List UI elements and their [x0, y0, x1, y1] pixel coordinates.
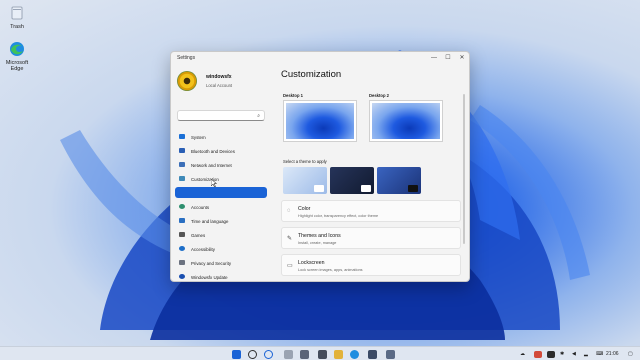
keyboard-icon[interactable]: ⌨ — [596, 350, 603, 358]
trash-icon — [8, 4, 26, 22]
system-icon — [179, 134, 185, 139]
sidebar-item-label: Accessibility — [191, 246, 215, 252]
notification-icon[interactable]: ▢ — [628, 350, 633, 358]
games-icon — [179, 232, 185, 237]
theme-chip — [408, 185, 418, 192]
sidebar-item-time-language[interactable]: Time and language — [175, 215, 267, 226]
edge-icon[interactable] — [350, 350, 359, 359]
sidebar-item-label: Privacy and Security — [191, 260, 232, 266]
card-title: Lockscreen — [298, 260, 325, 266]
network-icon[interactable]: ▂ — [584, 350, 588, 358]
cloud-icon[interactable]: ☁ — [520, 350, 525, 358]
desktop-2-thumbnail[interactable] — [369, 100, 443, 142]
account-name: windowsfx — [206, 74, 232, 80]
card-subtitle: Lock screen images, apps, animations — [298, 268, 363, 272]
edge-icon — [8, 40, 26, 58]
account-type: Local Account — [206, 83, 233, 88]
card-subtitle: Highlight color, transparency effect, co… — [298, 214, 379, 218]
desktop-icon-trash[interactable]: Trash — [0, 4, 34, 30]
sidebar-item-label: Accounts — [191, 204, 210, 210]
page-title: Customization — [281, 69, 342, 80]
theme-dark[interactable] — [330, 167, 374, 194]
themes-icons-card[interactable]: ✎ Themes and Icons Install, create, mana… — [281, 227, 461, 249]
sidebar-item-label: Bluetooth and Devices — [191, 148, 235, 154]
minimize-button[interactable]: — — [429, 54, 439, 62]
sidebar-item-network[interactable]: Network and Internet — [175, 159, 267, 170]
volume-icon[interactable]: ◀ — [572, 350, 576, 358]
sidebar-item-games[interactable]: Games — [175, 229, 267, 240]
sidebar-item-privacy[interactable]: Privacy and Security — [175, 257, 267, 268]
lockscreen-card[interactable]: ▭ Lockscreen Lock screen images, apps, a… — [281, 254, 461, 276]
palette-icon: ◌ — [287, 208, 291, 214]
sidebar: windowsfx Local Account ⌕ System Bluetoo… — [171, 64, 271, 281]
search-icon: ⌕ — [257, 113, 260, 119]
store-icon[interactable] — [368, 350, 377, 359]
theme-light[interactable] — [283, 167, 327, 194]
sidebar-item-label: Time and language — [191, 218, 229, 224]
theme-glow[interactable] — [377, 167, 421, 194]
widgets-icon[interactable] — [300, 350, 309, 359]
shield-icon — [179, 260, 185, 265]
card-subtitle: Install, create, manage — [298, 241, 337, 245]
search-icon[interactable] — [248, 350, 257, 359]
tray-app-icon[interactable] — [547, 351, 555, 358]
card-title: Color — [298, 206, 311, 212]
title-bar[interactable]: Settings — ☐ ✕ — [171, 52, 469, 64]
folder-icon[interactable] — [334, 350, 343, 359]
desktop-2-label: Desktop 2 — [369, 93, 390, 98]
bluetooth-icon — [179, 148, 185, 153]
sidebar-item-label: Windowsfx Update — [191, 274, 228, 280]
bluetooth-icon[interactable]: ✱ — [560, 350, 564, 358]
window-title: Settings — [177, 55, 196, 61]
color-card[interactable]: ◌ Color Highlight color, transparency ef… — [281, 200, 461, 222]
settings-window: Settings — ☐ ✕ windowsfx Local Account ⌕… — [170, 51, 470, 282]
taskbar: ☁ ✱ ◀ ▂ ⌨ 21:06 ▢ — [0, 346, 640, 360]
video-call-icon[interactable] — [318, 350, 327, 359]
card-title: Themes and Icons — [298, 233, 341, 239]
accessibility-icon — [179, 246, 185, 251]
clock[interactable]: 21:06 — [606, 350, 619, 358]
brush-icon — [179, 176, 185, 181]
update-icon — [179, 274, 185, 279]
sidebar-item-accounts[interactable]: Accounts — [175, 201, 267, 212]
avatar[interactable] — [177, 71, 197, 91]
theme-chip — [314, 185, 324, 192]
desktop-icon-label: Microsoft Edge — [5, 60, 29, 72]
lockscreen-icon: ▭ — [287, 263, 293, 269]
desktop-icon-label: Trash — [10, 24, 24, 30]
network-icon — [179, 162, 185, 167]
scrollbar[interactable] — [463, 94, 465, 244]
theme-prompt: Select a theme to apply — [283, 159, 327, 164]
maximize-button[interactable]: ☐ — [443, 54, 453, 62]
theme-chip — [361, 185, 371, 192]
tray-app-icon[interactable] — [534, 351, 542, 358]
accounts-icon — [179, 204, 185, 209]
sidebar-item-customization[interactable]: Customization — [175, 173, 267, 184]
sidebar-item-system[interactable]: System — [175, 131, 267, 142]
pen-icon: ✎ — [287, 236, 293, 242]
start-icon[interactable] — [232, 350, 241, 359]
settings-gear-icon[interactable] — [386, 350, 395, 359]
sidebar-item-label: Games — [191, 232, 206, 238]
sidebar-item-bluetooth[interactable]: Bluetooth and Devices — [175, 145, 267, 156]
desktop-icon-edge[interactable]: Microsoft Edge — [0, 40, 34, 72]
mouse-cursor-icon — [211, 179, 217, 187]
sidebar-item-label: Network and Internet — [191, 162, 232, 168]
main-content: Customization Desktop 1 Desktop 2 Select… — [277, 64, 467, 281]
sidebar-item-label: System — [191, 134, 206, 140]
task-view-icon[interactable] — [264, 350, 273, 359]
desktop-1-thumbnail[interactable] — [283, 100, 357, 142]
file-explorer-icon[interactable] — [284, 350, 293, 359]
desktop-1-label: Desktop 1 — [283, 93, 304, 98]
sidebar-item-update[interactable]: Windowsfx Update — [175, 271, 267, 281]
sidebar-item-accessibility[interactable]: Accessibility — [175, 243, 267, 254]
sidebar-item-selected[interactable] — [175, 187, 267, 198]
search-input[interactable]: ⌕ — [177, 110, 265, 121]
close-button[interactable]: ✕ — [457, 54, 467, 62]
clock-icon — [179, 218, 185, 223]
